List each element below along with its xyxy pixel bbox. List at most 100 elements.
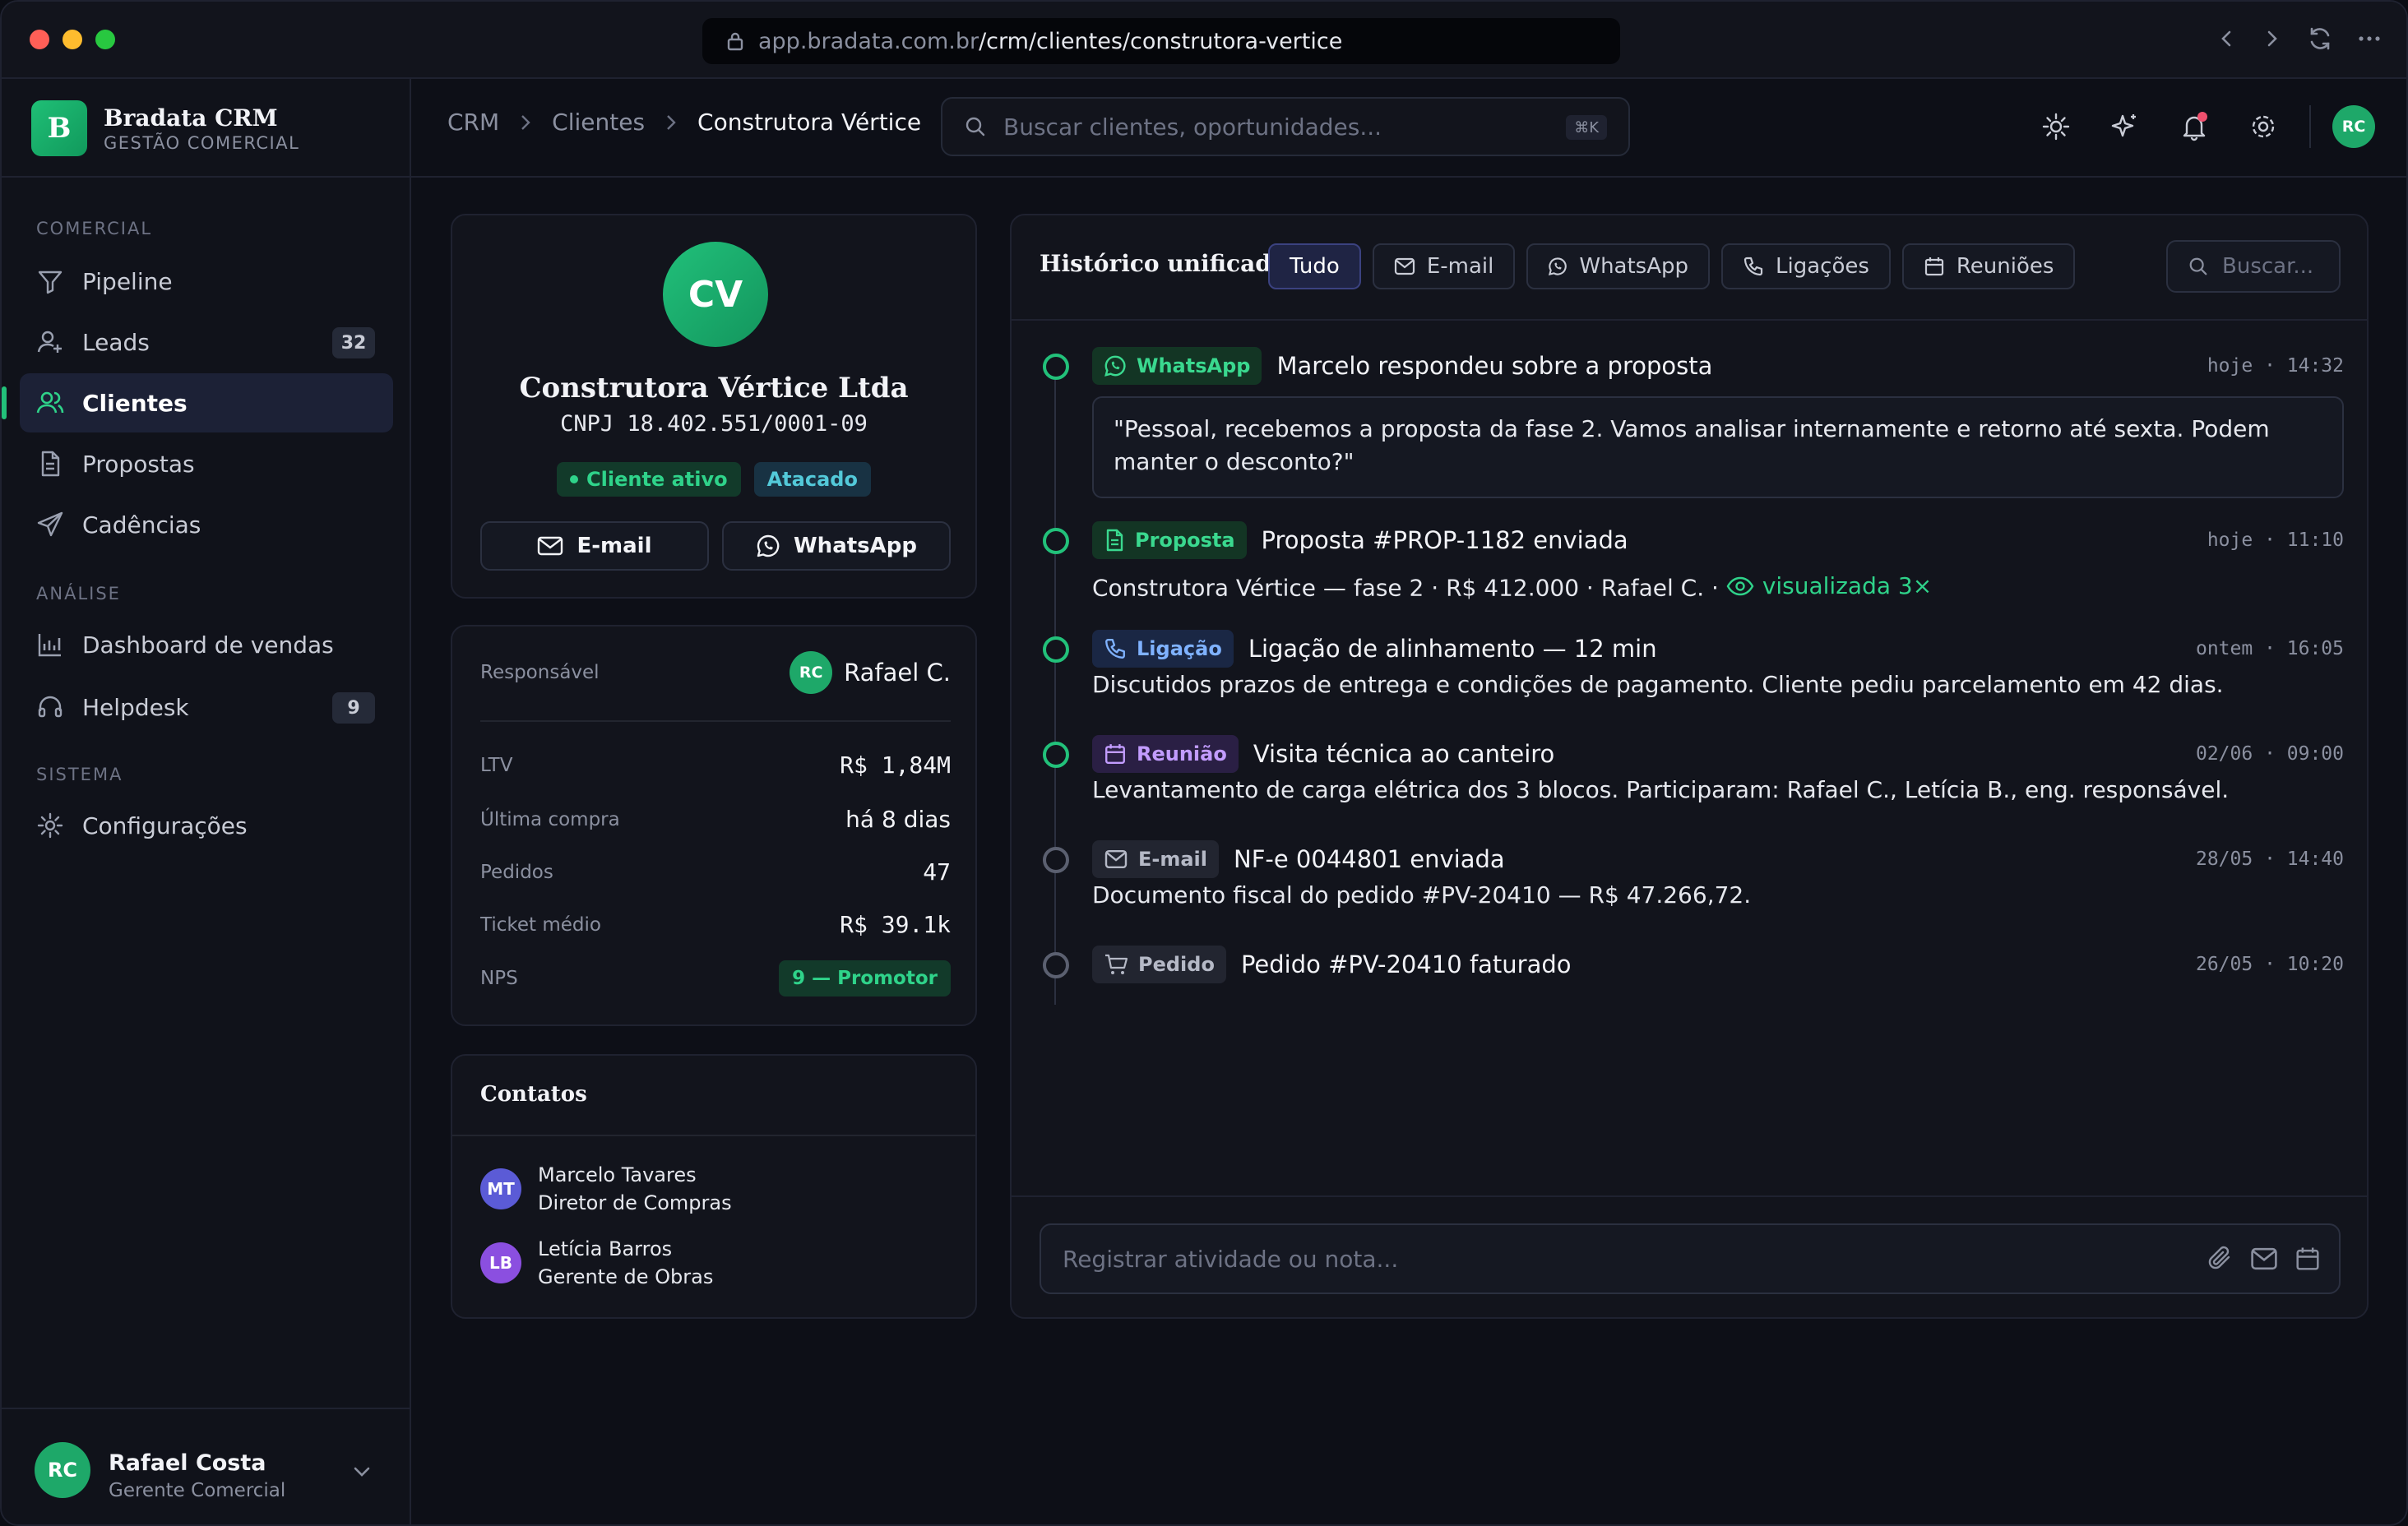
sidebar-item-clientes[interactable]: Clientes <box>2 373 393 432</box>
timeline-search-input[interactable]: Buscar... <box>2166 240 2341 293</box>
global-search-input[interactable]: Buscar clientes, oportunidades... ⌘K <box>941 97 1630 156</box>
filter-label: WhatsApp <box>1579 254 1689 279</box>
address-bar[interactable]: app.bradata.com.br/crm/clientes/construt… <box>702 18 1620 64</box>
timeline-event[interactable]: Ligação Ligação de alinhamento — 12 min … <box>1036 630 2344 720</box>
reload-icon[interactable] <box>2306 25 2334 53</box>
event-description: Discutidos prazos de entrega e condições… <box>1092 671 2224 698</box>
stat-value: R$ 39.1k <box>840 911 951 938</box>
header-avatar[interactable]: RC <box>2332 105 2375 148</box>
event-type-chip: Proposta <box>1092 521 1247 559</box>
filter-label: Tudo <box>1290 254 1340 279</box>
stat-row-nps: NPS 9 — Promotor <box>480 960 951 997</box>
document-icon <box>41 451 60 477</box>
breadcrumb: CRM Clientes Construtora Vértice <box>447 109 921 136</box>
stat-row-avg-ticket: Ticket médio R$ 39.1k <box>480 911 951 938</box>
mail-icon <box>538 536 563 556</box>
sidebar-item-configuracoes[interactable]: Configurações <box>20 796 393 855</box>
contacts-card: Contatos MT Marcelo Tavares Diretor de C… <box>451 1054 977 1319</box>
event-time: 26/05 · 10:20 <box>2195 954 2344 975</box>
back-icon[interactable] <box>2214 26 2239 51</box>
sidebar-item-label: Clientes <box>82 389 188 417</box>
search-shortcut: ⌘K <box>1566 115 1607 140</box>
event-time: 02/06 · 09:00 <box>2195 743 2344 765</box>
activity-note-input[interactable]: Registrar atividade ou nota... <box>1040 1223 2341 1294</box>
eye-icon <box>1726 576 1754 595</box>
contact-item[interactable]: MT Marcelo Tavares Diretor de Compras <box>480 1161 732 1217</box>
minimize-window-button[interactable] <box>63 30 82 49</box>
activity-timeline-card: Histórico unificado Tudo E-mail WhatsApp… <box>1010 214 2369 1319</box>
event-type-label: Ligação <box>1137 637 1222 660</box>
calendar-icon <box>1105 744 1125 764</box>
sidebar-item-helpdesk[interactable]: Helpdesk 9 <box>20 677 393 737</box>
theme-toggle-button[interactable] <box>2033 104 2079 150</box>
gear-icon <box>2252 115 2275 138</box>
owner-label: Responsável <box>480 662 600 683</box>
contact-role: Diretor de Compras <box>538 1191 732 1214</box>
filter-label: Ligações <box>1776 254 1869 279</box>
contact-item[interactable]: LB Letícia Barros Gerente de Obras <box>480 1235 713 1291</box>
filter-tab-calls[interactable]: Ligações <box>1721 243 1891 289</box>
sidebar-item-pipeline[interactable]: Pipeline <box>20 252 393 311</box>
timeline-node <box>1043 354 1069 380</box>
timeline-event[interactable]: Reunião Visita técnica ao canteiro 02/06… <box>1036 735 2344 825</box>
top-header: CRM Clientes Construtora Vértice Buscar … <box>411 79 2406 178</box>
timeline-event[interactable]: E-mail NF-e 0044801 enviada 28/05 · 14:4… <box>1036 840 2344 923</box>
event-title: Proposta #PROP-1182 enviada <box>1261 526 1628 554</box>
close-window-button[interactable] <box>30 30 49 49</box>
email-button[interactable]: E-mail <box>480 521 709 571</box>
cart-icon <box>1105 954 1128 974</box>
owner-avatar: RC <box>790 651 833 694</box>
users-icon <box>36 391 64 414</box>
proposal-views: visualizada 3× <box>1726 572 1932 599</box>
filter-tab-whatsapp[interactable]: WhatsApp <box>1526 243 1711 289</box>
breadcrumb-crm[interactable]: CRM <box>447 109 499 136</box>
timeline-title: Histórico unificado <box>1040 250 1287 277</box>
contact-name: Letícia Barros <box>538 1237 673 1260</box>
more-icon[interactable] <box>2355 25 2383 53</box>
user-menu[interactable]: RC Rafael Costa Gerente Comercial <box>2 1408 410 1524</box>
contacts-title: Contatos <box>480 1082 587 1107</box>
breadcrumb-current: Construtora Vértice <box>697 109 922 136</box>
divider <box>2 176 410 178</box>
filter-tab-meetings[interactable]: Reuniões <box>1901 243 2076 289</box>
user-plus-icon <box>37 331 62 353</box>
notifications-button[interactable] <box>2171 104 2217 150</box>
sidebar-item-dashboard[interactable]: Dashboard de vendas <box>20 615 393 674</box>
event-type-label: E-mail <box>1138 848 1208 871</box>
mail-icon[interactable] <box>2250 1245 2278 1273</box>
event-title: Marcelo respondeu sobre a proposta <box>1276 352 1713 380</box>
sidebar-item-leads[interactable]: Leads 32 <box>20 312 393 372</box>
filter-tab-email[interactable]: E-mail <box>1372 243 1516 289</box>
forward-icon[interactable] <box>2260 26 2285 51</box>
sidebar-item-cadencias[interactable]: Cadências <box>20 495 393 554</box>
owner-name[interactable]: Rafael C. <box>844 659 951 687</box>
filter-icon <box>38 271 63 294</box>
stat-value: há 8 dias <box>845 806 951 833</box>
ai-assistant-button[interactable] <box>2102 104 2148 150</box>
settings-button[interactable] <box>2240 104 2286 150</box>
whatsapp-button[interactable]: WhatsApp <box>722 521 951 571</box>
browser-window: app.bradata.com.br/crm/clientes/construt… <box>0 0 2408 1526</box>
maximize-window-button[interactable] <box>95 30 115 49</box>
timeline-event[interactable]: WhatsApp Marcelo respondeu sobre a propo… <box>1036 347 2344 511</box>
lock-icon <box>727 32 743 51</box>
stat-label: Última compra <box>480 808 620 830</box>
chevron-down-icon[interactable] <box>350 1460 373 1483</box>
brand[interactable]: B Bradata CRM GESTÃO COMERCIAL <box>31 100 299 156</box>
timeline-node <box>1043 636 1069 663</box>
paperclip-icon[interactable] <box>2207 1245 2234 1273</box>
proposal-views-label: visualizada 3× <box>1762 572 1933 599</box>
timeline-event[interactable]: Pedido Pedido #PV-20410 faturado 26/05 ·… <box>1036 946 2344 995</box>
calendar-icon[interactable] <box>2295 1245 2321 1273</box>
user-role: Gerente Comercial <box>109 1480 286 1501</box>
sidebar-item-propostas[interactable]: Propostas <box>20 434 393 493</box>
contact-avatar: LB <box>480 1242 521 1283</box>
browser-titlebar: app.bradata.com.br/crm/clientes/construt… <box>2 2 2406 79</box>
stat-value: 47 <box>923 858 951 886</box>
timeline-event[interactable]: Proposta Proposta #PROP-1182 enviada hoj… <box>1036 521 2344 612</box>
contact-name: Marcelo Tavares <box>538 1163 697 1186</box>
filter-tab-all[interactable]: Tudo <box>1268 243 1361 289</box>
section-label-comercial: COMERCIAL <box>36 219 153 238</box>
breadcrumb-clientes[interactable]: Clientes <box>552 109 645 136</box>
brand-subtitle: GESTÃO COMERCIAL <box>104 132 300 153</box>
